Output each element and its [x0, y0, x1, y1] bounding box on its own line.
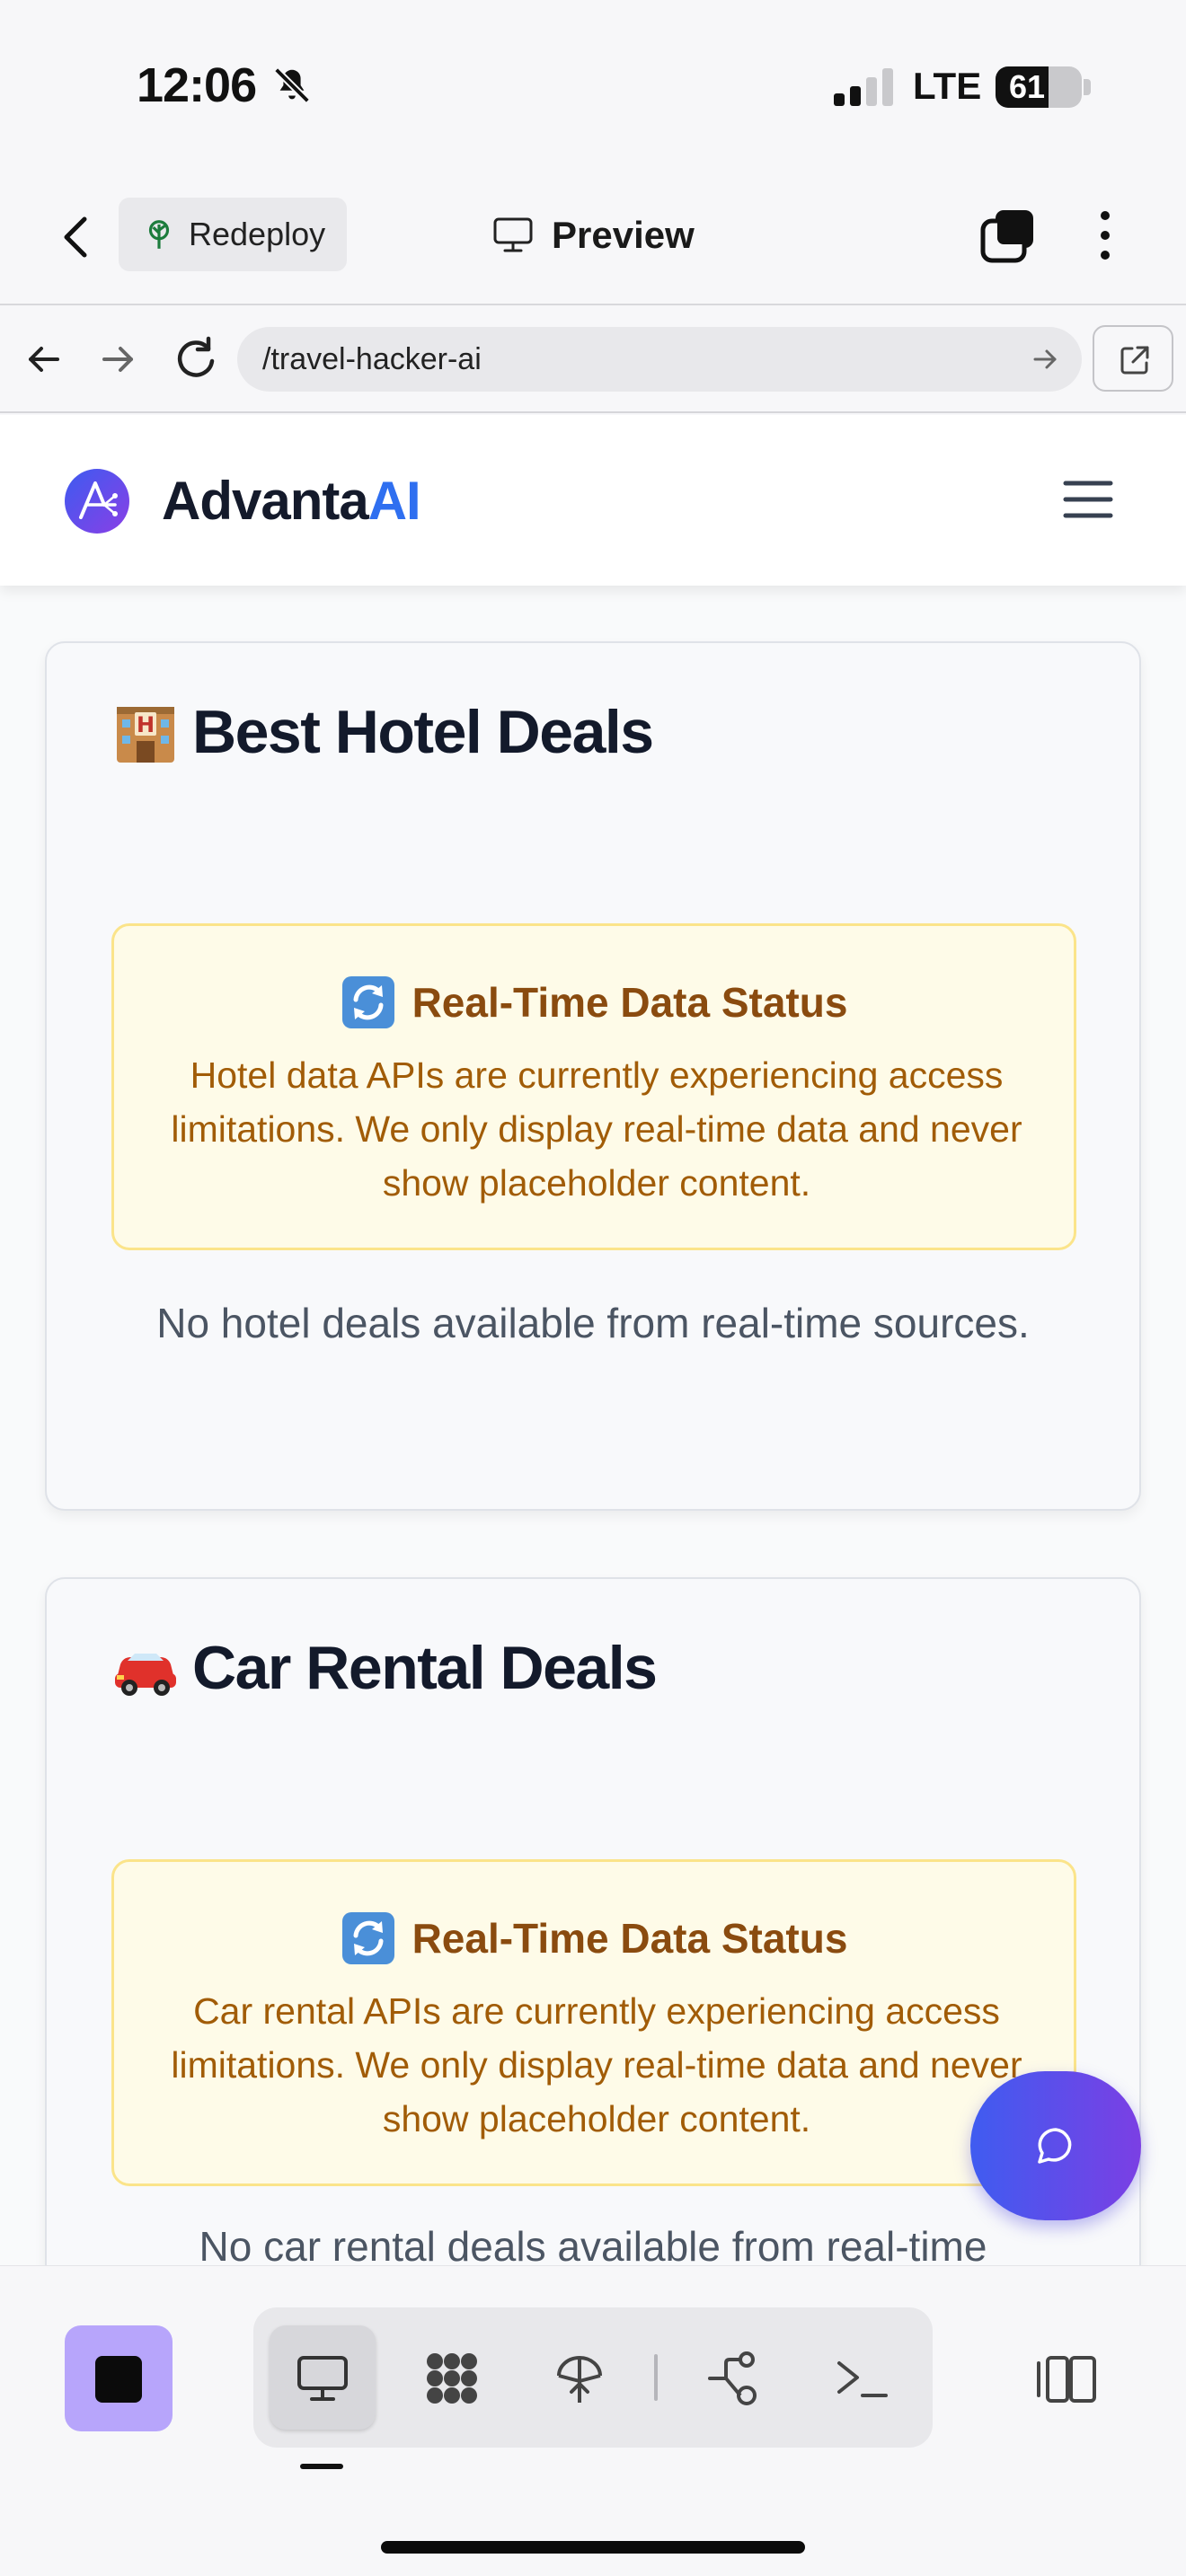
brand-name[interactable]: AdvantaAI [162, 465, 421, 537]
battery-level: 61 [1008, 68, 1046, 105]
go-arrow-icon[interactable] [1031, 345, 1060, 374]
hotel-emoji-icon: H [117, 707, 174, 763]
car-card-heading: Car Rental Deals [192, 1634, 658, 1702]
refresh-emoji-icon [341, 976, 394, 1028]
tabs-icon[interactable] [979, 207, 1037, 264]
tool-apps[interactable] [399, 2325, 505, 2430]
car-empty-text: No car rental deals available from real-… [199, 2223, 987, 2265]
reload-icon[interactable] [173, 334, 219, 381]
bottom-toolbar [0, 2265, 1186, 2576]
home-indicator [381, 2541, 805, 2554]
preview-label: Preview [552, 214, 695, 256]
redeploy-label: Redeploy [189, 216, 326, 252]
nav-forward-icon[interactable] [99, 340, 138, 379]
active-tab-indicator [300, 2464, 343, 2469]
hamburger-menu-icon[interactable] [1062, 476, 1114, 523]
hotel-alert-title: Real-Time Data Status [412, 979, 848, 1026]
url-field[interactable]: /travel-hacker-ai [237, 327, 1082, 392]
brand-part2: AI [367, 471, 421, 531]
chat-fab-button[interactable] [970, 2071, 1141, 2220]
network-type: LTE [913, 65, 982, 107]
url-text: /travel-hacker-ai [262, 342, 482, 376]
svg-text:H: H [137, 712, 155, 737]
tool-separator [654, 2354, 658, 2401]
status-bar: 12:06 LTE 61 [0, 0, 1186, 171]
bell-off-icon [274, 67, 310, 103]
terminal-icon [837, 2361, 888, 2397]
web-content: AdvantaAI H Best Hotel Deals Real-Time D… [0, 415, 1186, 2265]
tool-terminal[interactable] [809, 2325, 915, 2430]
monitor-icon [493, 217, 533, 252]
preview-title: Preview [492, 207, 695, 264]
back-chevron-icon[interactable] [54, 210, 99, 264]
car-status-alert: Real-Time Data Status Car rental APIs ar… [111, 1859, 1076, 2186]
tool-preview[interactable] [270, 2325, 376, 2430]
redeploy-button[interactable]: Redeploy [119, 198, 347, 271]
apps-grid-icon [427, 2353, 477, 2404]
battery-cap [1084, 79, 1091, 95]
car-alert-title: Real-Time Data Status [412, 1915, 848, 1962]
hotel-alert-body: Hotel data APIs are currently experienci… [171, 1054, 1022, 1204]
git-branch-icon [708, 2351, 757, 2405]
app-header: Redeploy Preview [0, 171, 1186, 305]
chat-bubble-icon [1038, 2128, 1072, 2164]
screen: 12:06 LTE 61 Redeploy Preview /travel-ha… [0, 0, 1186, 2576]
status-time: 12:06 [137, 58, 257, 112]
nav-back-icon[interactable] [23, 340, 63, 379]
tool-deploy[interactable] [527, 2325, 633, 2430]
signal-icon [834, 68, 893, 106]
monitor-icon [297, 2356, 348, 2401]
deploy-tree-icon [557, 2356, 602, 2403]
tree-icon [148, 220, 170, 249]
car-card-title: Car Rental Deals [111, 1633, 658, 1703]
hotel-card-title: H Best Hotel Deals [111, 697, 654, 767]
more-options-icon[interactable] [1087, 207, 1123, 264]
tool-git[interactable] [681, 2325, 787, 2430]
site-navbar: AdvantaAI [0, 415, 1186, 586]
advanta-logo-icon[interactable] [65, 469, 129, 534]
hotel-card-heading: Best Hotel Deals [192, 698, 654, 766]
hotel-empty-text: No hotel deals available from real-time … [156, 1300, 1030, 1346]
car-emoji-icon [115, 1654, 176, 1696]
panel-toggle-icon[interactable] [1035, 2352, 1098, 2406]
brand-part1: Advanta [162, 471, 369, 531]
browser-bar: /travel-hacker-ai [0, 307, 1186, 413]
tool-group [253, 2307, 933, 2448]
hotel-status-alert: Real-Time Data Status Hotel data APIs ar… [111, 923, 1076, 1250]
battery-icon: 61 [996, 66, 1082, 108]
refresh-emoji-icon [341, 1912, 394, 1964]
car-alert-body: Car rental APIs are currently experienci… [171, 1990, 1022, 2139]
external-link-icon [1120, 346, 1149, 375]
hotel-deals-card: H Best Hotel Deals Real-Time Data Status… [45, 641, 1141, 1511]
stop-square-icon [95, 2356, 142, 2403]
open-external-button[interactable] [1093, 325, 1173, 392]
stop-button[interactable] [65, 2325, 173, 2431]
